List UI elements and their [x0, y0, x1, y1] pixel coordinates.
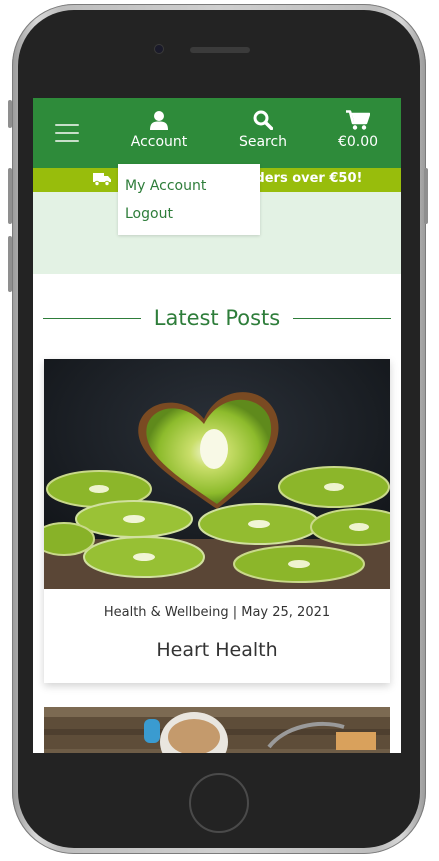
hamburger-menu-icon[interactable]	[55, 124, 79, 142]
post-card[interactable]	[44, 707, 390, 753]
search-button[interactable]: Search	[233, 110, 293, 158]
logout-link[interactable]: Logout	[118, 204, 260, 232]
post-title[interactable]: Heart Health	[44, 639, 390, 661]
cart-button[interactable]: €0.00	[333, 110, 383, 158]
latest-posts-heading: Latest Posts	[43, 304, 391, 334]
account-dropdown-menu: My Account Logout	[118, 164, 260, 235]
screen: Account Search €0.00 Free deli	[33, 98, 401, 753]
search-label: Search	[238, 134, 288, 150]
coffee-table-image	[44, 707, 390, 753]
earpiece-speaker	[190, 47, 250, 53]
post-meta: Health & Wellbeing | May 25, 2021	[103, 605, 331, 620]
search-icon	[253, 110, 273, 130]
power-button	[424, 168, 428, 224]
truck-icon	[93, 173, 111, 186]
user-icon	[150, 111, 168, 130]
top-navbar: Account Search €0.00	[33, 98, 401, 168]
cart-total: €0.00	[337, 134, 379, 150]
volume-down-button	[8, 236, 12, 292]
volume-up-button	[8, 168, 12, 224]
my-account-link[interactable]: My Account	[118, 176, 260, 204]
front-camera	[155, 45, 163, 53]
kiwi-image	[44, 359, 390, 589]
mute-switch	[8, 100, 12, 128]
account-button[interactable]: Account	[125, 110, 193, 158]
home-button[interactable]	[189, 773, 249, 833]
cart-icon	[346, 110, 370, 130]
post-card[interactable]: Health & Wellbeing | May 25, 2021 Heart …	[44, 359, 390, 683]
heading-divider-right	[293, 318, 391, 319]
account-label: Account	[130, 134, 188, 150]
